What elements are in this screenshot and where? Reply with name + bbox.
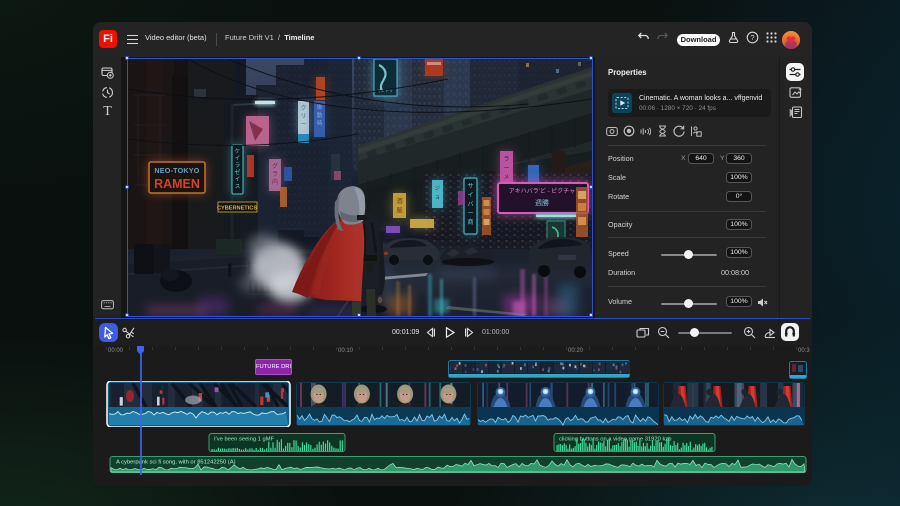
svg-text:clicking buttons on a video ga: clicking buttons on a video game 31920 k… [559, 437, 671, 443]
svg-text:?: ? [750, 33, 754, 42]
svg-text:A cyberpunk sci fi song, with: A cyberpunk sci fi song, with or 8512422… [116, 460, 236, 466]
svg-text:I've been seeing 1 gMF: I've been seeing 1 gMF [214, 437, 275, 443]
